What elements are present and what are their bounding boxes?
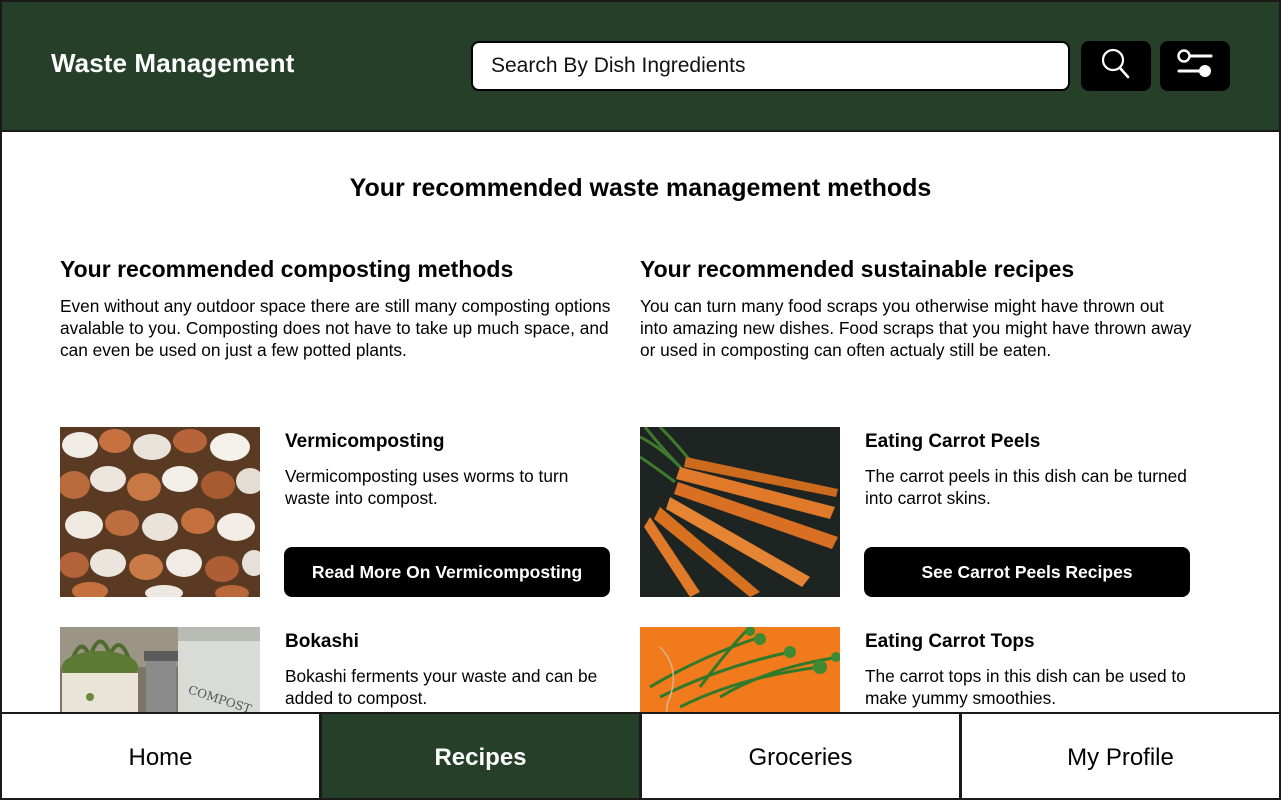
nav-tab-home[interactable]: Home [2,714,322,798]
composting-intro: Even without any outdoor space there are… [60,296,611,360]
card-description: Bokashi ferments your waste and can be a… [285,666,598,708]
recipes-section: Your recommended sustainable recipes You… [640,256,1200,361]
composting-heading: Your recommended composting methods [60,256,514,282]
carrot-tops-card: Eating Carrot Tops The carrot tops in th… [640,627,1200,712]
card-description: The carrot tops in this dish can be used… [865,666,1186,708]
eggshells-photo [60,427,260,597]
card-description: Vermicomposting uses worms to turn waste… [285,466,569,508]
recipes-heading: Your recommended sustainable recipes [640,256,1075,282]
page-title: Your recommended waste management method… [349,174,932,202]
card-description: The carrot peels in this dish can be tur… [865,466,1187,508]
nav-tab-my-profile[interactable]: My Profile [962,714,1279,798]
sliders-icon [1175,47,1215,86]
search-icon [1101,48,1131,85]
card-title: Bokashi [285,631,359,652]
search-input[interactable] [471,41,1070,91]
app-title: Waste Management [51,48,295,78]
bottom-nav: Home Recipes Groceries My Profile [2,712,1279,798]
main-content[interactable]: Your recommended waste management method… [2,132,1279,712]
carrot-tops-photo [640,627,840,712]
bokashi-card: COMPOST Bokashi Bokashi ferments your wa… [60,627,620,712]
compost-bin-photo: COMPOST [60,627,260,712]
nav-tab-groceries[interactable]: Groceries [642,714,962,798]
nav-tab-recipes[interactable]: Recipes [322,714,642,798]
carrots-photo [640,427,840,597]
card-title: Eating Carrot Peels [865,431,1041,452]
card-title: Eating Carrot Tops [865,631,1035,652]
vermicomposting-card: Vermicomposting Vermicomposting uses wor… [60,427,620,597]
filter-button[interactable] [1160,41,1230,91]
carrot-peels-card: Eating Carrot Peels The carrot peels in … [640,427,1200,597]
see-carrot-peels-recipes-button[interactable]: See Carrot Peels Recipes [864,547,1190,597]
recipes-intro: You can turn many food scraps you otherw… [640,296,1192,360]
card-title: Vermicomposting [285,431,445,452]
composting-section: Your recommended composting methods Even… [60,256,620,361]
app-frame: Waste Management Your recommended [0,0,1281,800]
header-bar: Waste Management [2,2,1279,132]
read-more-vermicomposting-button[interactable]: Read More On Vermicomposting [284,547,610,597]
search-button[interactable] [1081,41,1151,91]
